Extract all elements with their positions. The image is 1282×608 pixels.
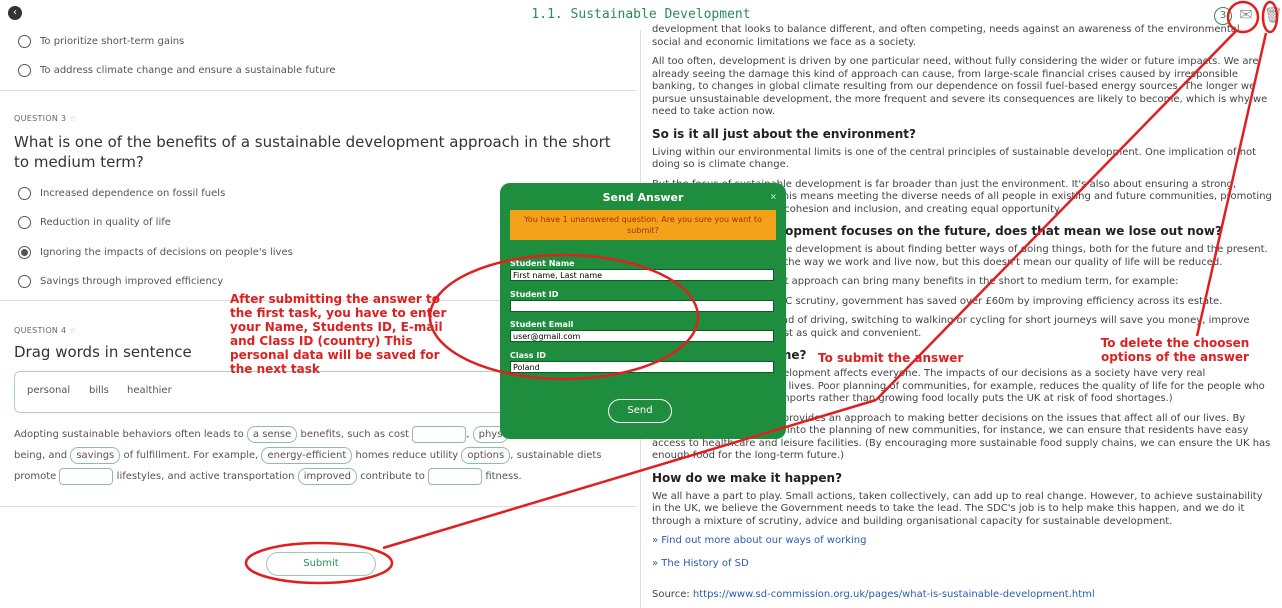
annotation-note-submit: To submit the answer [818,351,964,365]
arrow-line [382,398,877,550]
highlight-ellipse [1226,0,1260,34]
annotation-overlay [244,0,1279,585]
annotation-note-delete: To delete the choosen options of the ans… [1100,336,1250,364]
annotation-note-left: After submitting the answer to the first… [230,292,447,376]
arrow-line [1195,32,1268,337]
highlight-ellipse [428,253,700,381]
highlight-ellipse [1261,0,1279,34]
highlight-ellipse [244,541,394,585]
